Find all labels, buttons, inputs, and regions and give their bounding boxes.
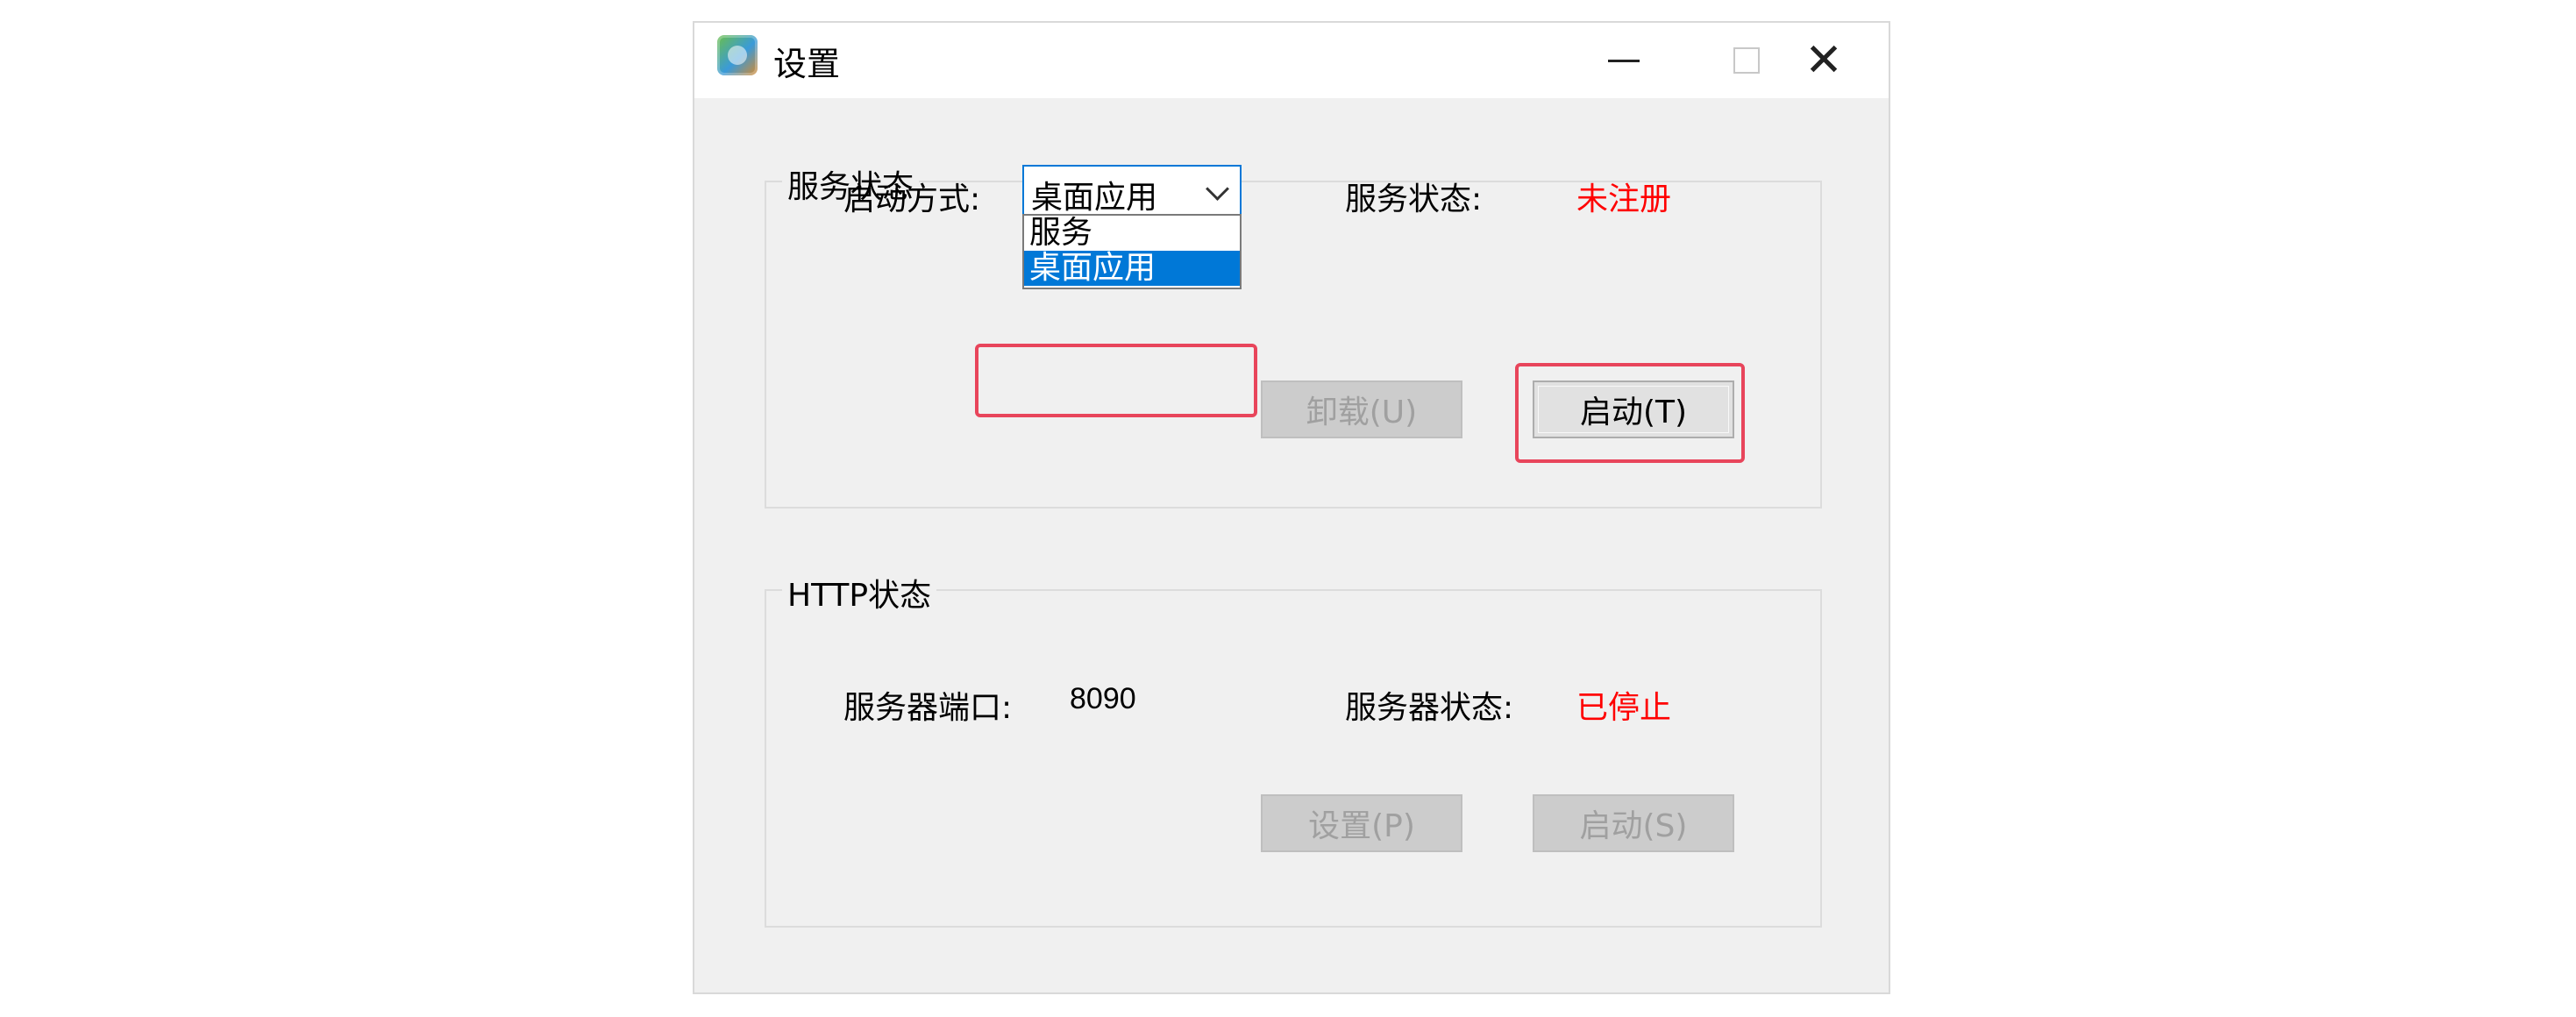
highlight-box-dropdown-option	[975, 344, 1257, 417]
service-status-value: 未注册	[1576, 181, 1672, 217]
highlight-box-start-button	[1515, 363, 1745, 463]
dropdown-option-service[interactable]: 服务	[1024, 216, 1240, 251]
startup-mode-dropdown[interactable]: 服务 桌面应用	[1022, 214, 1242, 289]
server-status-value: 已停止	[1576, 690, 1672, 726]
startup-mode-value: 桌面应用	[1031, 180, 1158, 216]
http-start-button[interactable]: 启动(S)	[1533, 794, 1734, 852]
uninstall-button[interactable]: 卸载(U)	[1261, 380, 1462, 438]
http-settings-button[interactable]: 设置(P)	[1261, 794, 1462, 852]
http-status-legend: HTTP状态	[782, 570, 937, 615]
window-title: 设置	[773, 45, 841, 83]
minimize-icon	[1608, 59, 1640, 62]
server-port-value: 8090	[1070, 682, 1136, 715]
title-bar[interactable]: 设置 ✕	[694, 23, 1889, 98]
close-icon: ✕	[1804, 34, 1843, 87]
http-status-group: HTTP状态	[765, 570, 1822, 928]
minimize-button[interactable]	[1562, 23, 1685, 98]
maximize-icon	[1733, 47, 1760, 74]
startup-mode-label: 启动方式:	[843, 181, 981, 217]
service-status-label: 服务状态:	[1345, 181, 1483, 217]
app-icon	[717, 35, 758, 75]
settings-window: 设置 ✕ 服务状态 启动方式: 桌面应用 服务状态: 未注册 卸载(U) 启动(…	[693, 21, 1890, 994]
server-port-label: 服务器端口:	[843, 690, 1013, 726]
chevron-down-icon[interactable]	[1206, 177, 1229, 201]
close-button[interactable]: ✕	[1762, 23, 1885, 98]
startup-mode-select[interactable]: 桌面应用	[1022, 165, 1242, 216]
server-status-label: 服务器状态:	[1345, 690, 1514, 726]
dropdown-option-desktop-app[interactable]: 桌面应用	[1024, 251, 1240, 286]
